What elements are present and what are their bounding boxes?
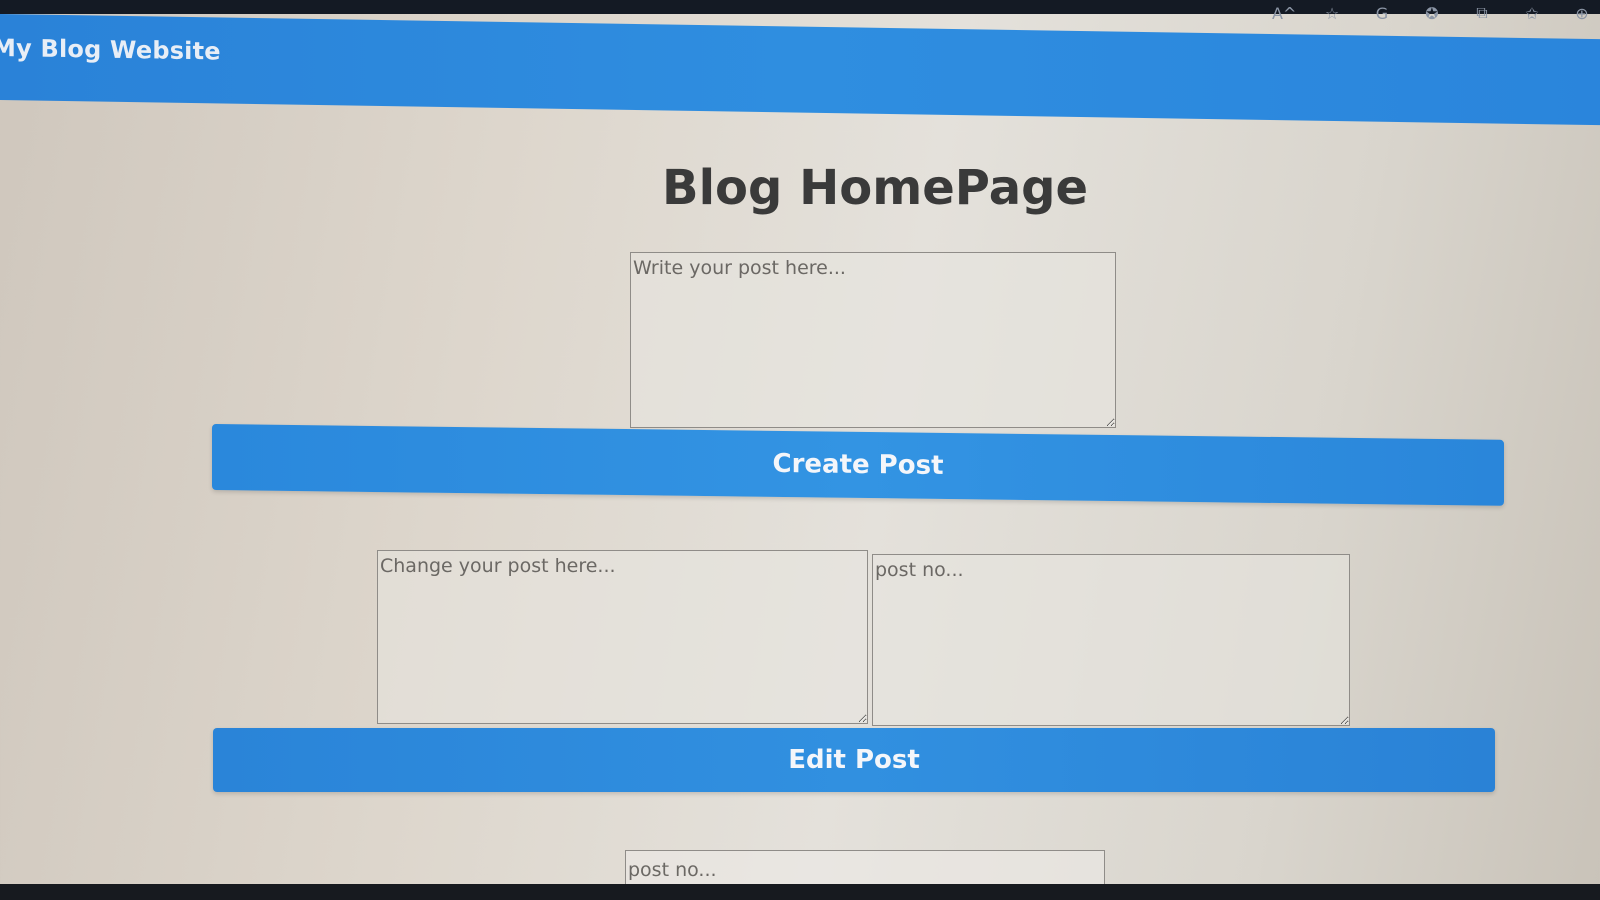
edit-post-button[interactable]: Edit Post [213, 728, 1495, 792]
grammarly-extension-icon[interactable]: G [1372, 4, 1392, 23]
edit-post-number-textarea[interactable] [872, 554, 1350, 726]
browser-toolbar-icons: A^ ☆ G ✪ ⧉ ✩ ⊕ [1272, 0, 1592, 26]
create-post-button[interactable]: Create Post [212, 424, 1504, 506]
monitor-bezel [0, 884, 1600, 900]
split-screen-icon[interactable]: ⧉ [1472, 3, 1492, 23]
navbar: My Blog Website [0, 14, 1600, 126]
page-title: Blog HomePage [662, 160, 1088, 217]
collections-icon[interactable]: ⊕ [1572, 4, 1592, 23]
change-post-textarea[interactable] [377, 550, 868, 724]
navbar-brand[interactable]: My Blog Website [0, 34, 221, 66]
post-content-textarea[interactable] [630, 252, 1116, 428]
favorites-icon[interactable]: ✩ [1522, 4, 1542, 23]
favorite-star-icon[interactable]: ☆ [1322, 4, 1342, 23]
extensions-icon[interactable]: ✪ [1422, 4, 1442, 23]
read-aloud-icon[interactable]: A^ [1272, 4, 1296, 23]
